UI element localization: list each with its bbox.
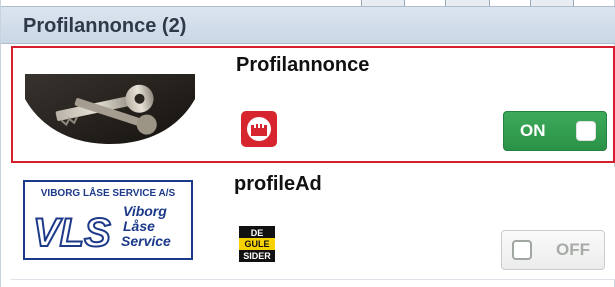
toggle-knob — [576, 121, 596, 141]
de-gule-sider-icon: DE GULE SIDER — [239, 226, 275, 262]
logo-line3: Service — [121, 233, 171, 249]
keys-photo-thumbnail — [25, 64, 195, 144]
vls-logo-thumbnail: VIBORG LÅSE SERVICE A/S VLS Viborg Låse … — [23, 180, 193, 260]
logo-monogram: VLS — [33, 211, 111, 255]
toggle-label: OFF — [556, 240, 590, 259]
item-title: profileAd — [234, 173, 322, 195]
toggle-knob — [512, 240, 532, 260]
icon-text-gule: GULE — [244, 239, 269, 249]
logo-line1: Viborg — [123, 203, 167, 219]
icon-text-de: DE — [251, 228, 264, 238]
logo-line2: Låse — [123, 218, 155, 234]
red-castle-icon — [241, 111, 277, 147]
toggle-off-button[interactable]: OFF — [501, 230, 605, 270]
icon-text-sider: SIDER — [243, 251, 271, 261]
list-item-profilannonce[interactable]: Profilannonce ON — [11, 46, 615, 163]
item-title: Profilannonce — [236, 54, 370, 76]
panel-title: Profilannonce (2) — [1, 6, 615, 44]
profile-ad-panel: Profilannonce (2) Profilannonce ON VIBOR… — [0, 0, 615, 287]
toggle-label: ON — [520, 121, 546, 140]
list-item-profilead[interactable]: VIBORG LÅSE SERVICE A/S VLS Viborg Låse … — [11, 167, 615, 280]
logo-top-text: VIBORG LÅSE SERVICE A/S — [41, 186, 176, 199]
toggle-on-button[interactable]: ON — [503, 111, 607, 151]
